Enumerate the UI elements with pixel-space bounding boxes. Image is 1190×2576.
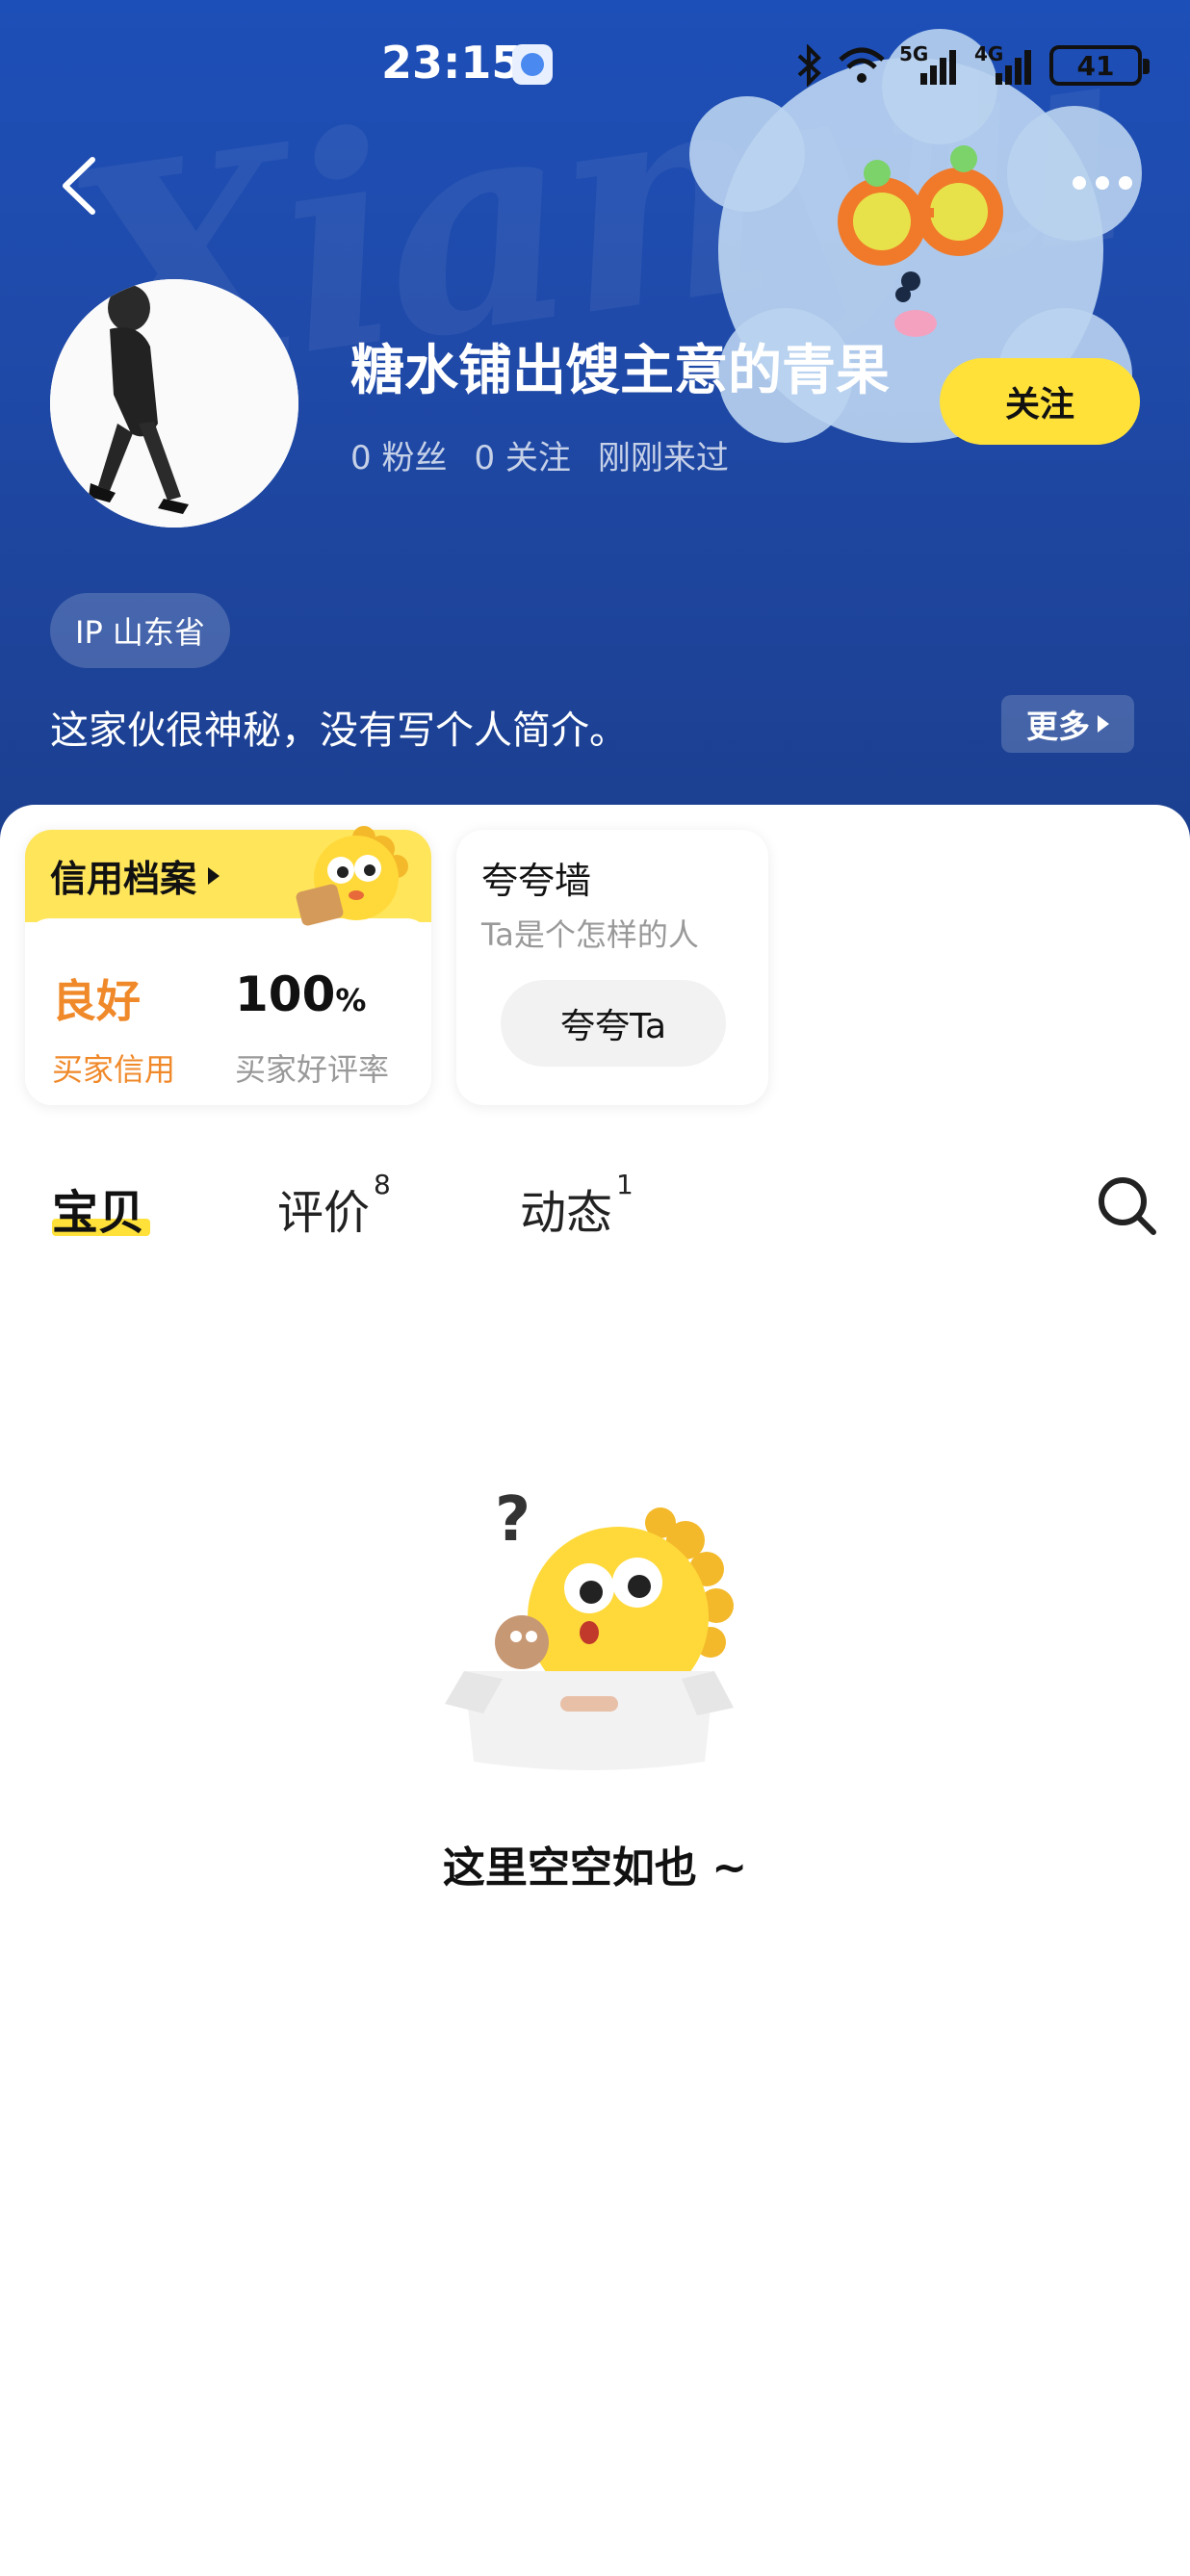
tab-posts[interactable]: 动态1	[520, 1169, 634, 1242]
avatar[interactable]	[50, 279, 298, 528]
status-icons: 5G 4G 41	[795, 39, 1150, 92]
credit-mascot-icon	[296, 826, 408, 926]
search-icon	[1099, 1177, 1156, 1235]
username: 糖水铺出馊主意的青果	[350, 340, 890, 402]
following-count[interactable]: 0 关注	[474, 431, 570, 478]
more-dot	[1096, 176, 1109, 190]
battery-icon: 41	[1049, 45, 1150, 86]
credit-title-label: 信用档案	[50, 858, 197, 900]
praise-wall-card[interactable]: 夸夸墙 Ta是个怎样的人 夸夸Ta	[456, 830, 768, 1105]
back-button[interactable]	[48, 152, 116, 219]
fans-count[interactable]: 0 粉丝	[350, 431, 447, 478]
tab-reviews-label: 评价	[277, 1186, 371, 1240]
app-notification-icon	[512, 44, 553, 85]
praise-wall-subtitle: Ta是个怎样的人	[481, 916, 699, 953]
signal-4g-icon: 4G	[974, 42, 1036, 87]
status-bar: 23:15 5G 4G 41	[0, 29, 1190, 106]
bio-text: 这家伙很神秘，没有写个人简介。	[50, 708, 628, 753]
credit-card-title: 信用档案	[50, 849, 220, 902]
caret-right-icon	[1098, 715, 1109, 733]
positive-rate: 100%	[235, 966, 366, 1022]
praise-button[interactable]: 夸夸Ta	[501, 980, 726, 1067]
battery-level: 41	[1076, 49, 1115, 82]
profile-tabs: 宝贝 评价8 动态1	[0, 1165, 1190, 1251]
profile-stats: 0 粉丝 0 关注 刚刚来过	[350, 431, 729, 478]
tab-reviews-count: 8	[374, 1169, 391, 1200]
more-dots-icon	[1073, 176, 1086, 190]
caret-right-icon	[208, 866, 220, 885]
wifi-icon	[839, 47, 885, 83]
positive-rate-label: 买家好评率	[235, 1051, 390, 1088]
search-button[interactable]	[1094, 1172, 1161, 1240]
tab-posts-count: 1	[616, 1169, 634, 1200]
bio-more-label: 更多	[1026, 708, 1090, 745]
follow-button[interactable]: 关注	[940, 358, 1140, 445]
signal-5g-icon: 5G	[899, 42, 961, 87]
more-dot	[1119, 176, 1132, 190]
credit-level: 良好	[52, 975, 141, 1027]
svg-text:?: ?	[495, 1484, 530, 1556]
empty-box-mascot-illustration: ?	[445, 1484, 734, 1770]
last-seen: 刚刚来过	[597, 439, 729, 477]
more-options-button[interactable]	[1059, 154, 1146, 212]
ip-location-tag: IP 山东省	[50, 593, 230, 668]
avatar-image	[50, 279, 298, 528]
chevron-left-icon	[63, 157, 95, 215]
tab-items-label: 宝贝	[52, 1186, 145, 1240]
tab-reviews[interactable]: 评价8	[277, 1169, 391, 1242]
status-time: 23:15	[381, 37, 523, 89]
bio-more-button[interactable]: 更多	[1001, 695, 1134, 753]
credit-card-body: 良好 买家信用 100% 买家好评率	[25, 918, 431, 1105]
positive-rate-value: 100	[235, 966, 336, 1022]
bluetooth-icon	[797, 44, 821, 87]
tab-items[interactable]: 宝贝	[52, 1174, 144, 1242]
credit-level-label: 买家信用	[52, 1051, 176, 1088]
tab-posts-label: 动态	[520, 1186, 613, 1240]
praise-wall-title: 夸夸墙	[481, 860, 592, 902]
profile-header: Xianyu 23:15 5G 4G 41 糖水铺出馊主意的青果 0 粉丝 0 …	[0, 0, 1190, 847]
positive-rate-unit: %	[335, 982, 367, 1018]
empty-state-message: 这里空空如也 ~	[442, 1843, 748, 1893]
